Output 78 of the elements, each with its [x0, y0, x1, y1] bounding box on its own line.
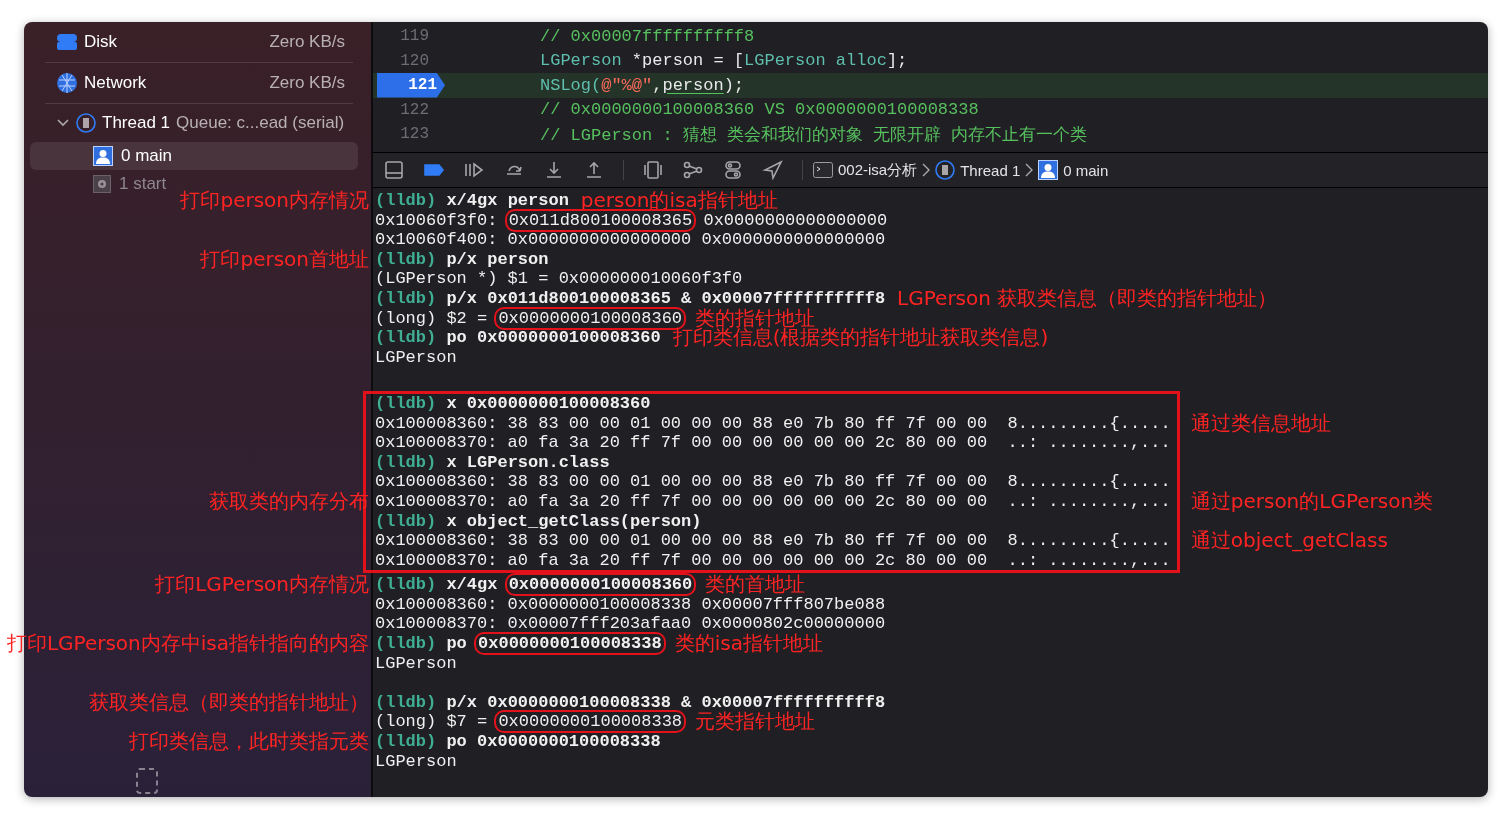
code-line: // 0x00007ffffffffff8	[539, 26, 755, 46]
code-line: // LGPerson : 猜想 类会和我们的对象 无限开辟 内存不止有一个类	[539, 124, 1088, 146]
gauge-label: Network	[84, 73, 148, 93]
line-number: 121	[377, 73, 445, 98]
gauge-value: Zero KB/s	[269, 32, 345, 52]
console-output: 0x10060f400: 0x0000000000000000 0x0000000000000000	[375, 230, 886, 250]
stack-frame[interactable]: 1 start	[30, 170, 175, 198]
breadcrumb-item[interactable]: 002-isa分析	[838, 160, 918, 180]
annotation: 打印person内存情况	[180, 187, 369, 213]
console-output: (LGPerson *) $1 = 0x000000010060f3f0	[375, 269, 743, 289]
chevron-icon	[922, 163, 931, 177]
thread-title: Thread 1	[102, 113, 171, 133]
line-number: 123	[399, 124, 430, 146]
console-output: 0x100008360: 38 83 00 00 01 00 00 00 88 e0 7b 80 ff 7f 00 00 8.........{.....	[375, 472, 1171, 492]
line-number: 120	[399, 50, 430, 72]
view-hierarchy-icon[interactable]	[642, 160, 664, 180]
gauge-row[interactable]: Disk Zero KB/s	[45, 22, 353, 63]
console-command: (lldb) po 0x0000000100008360	[375, 328, 661, 348]
stack-frame[interactable]: 0 main	[30, 142, 358, 170]
thread-icon	[76, 113, 96, 133]
code-line: LGPerson *person = [LGPerson alloc];	[539, 51, 908, 71]
environment-icon[interactable]	[722, 160, 744, 180]
memory-graph-icon[interactable]	[682, 160, 704, 180]
globe-icon	[56, 72, 78, 94]
console-output: LGPerson	[375, 653, 457, 673]
console-command: (lldb) po 0x0000000100008338	[375, 732, 661, 752]
gauge-row[interactable]: Network Zero KB/s	[45, 63, 353, 104]
gauge-label: Disk	[84, 32, 119, 52]
dashed-frame-icon	[135, 767, 159, 795]
annotation: 打印类信息，此时类指元类	[129, 728, 369, 755]
console-command: (lldb) p/x person	[375, 249, 549, 269]
console-output: (long) $7 = 0x0000000100008338	[375, 712, 684, 732]
code-line: // 0x0000000100008360 VS 0x0000000100008338	[539, 100, 979, 120]
console-output: LGPerson	[375, 347, 457, 367]
annotation: 通过类信息地址	[1190, 409, 1331, 436]
console-output: 0x100008360: 38 83 00 00 01 00 00 00 88 e0 7b 80 ff 7f 00 00 8.........{.....	[375, 531, 1171, 551]
annotation: 通过object_getClass	[1190, 527, 1388, 554]
terminal-icon	[813, 161, 833, 179]
console-output: 0x10060f3f0: 0x011d800100008365 0x0000000000000000	[375, 210, 888, 230]
gauge-value: Zero KB/s	[269, 73, 345, 93]
panel-icon[interactable]	[383, 160, 405, 180]
console-command: (lldb) x object_getClass(person)	[375, 511, 702, 531]
annotation: person的isa指针地址	[580, 187, 778, 213]
annotation: 打印LGPerson内存情况	[155, 571, 369, 598]
person-icon	[1038, 160, 1059, 180]
annotation: 获取类信息（即类的指针地址）	[89, 688, 369, 715]
chevron-icon	[1025, 163, 1034, 177]
location-icon[interactable]	[762, 160, 784, 180]
console-command: (lldb) x 0x0000000100008360	[375, 393, 651, 413]
thread-row[interactable]: Thread 1 Queue: c...ead (serial)	[24, 104, 371, 142]
continue-icon[interactable]	[463, 160, 485, 180]
code-editor[interactable]: 119 // 0x00007ffffffffff8 120 LGPerson *person = [LGPerson alloc]; 121 NSLog(@"%@",person); 122 // 0x0000000100008360 VS 0x0000000100008338 123 // LGPerson : 猜想 类会和我们的对象 无限开辟 内存不止有一个类	[373, 22, 1488, 152]
console-output: 0x100008370: a0 fa 3a 20 ff 7f 00 00 00 00 00 00 2c 80 00 00 ..: ........,...	[375, 550, 1171, 570]
breadcrumb-item[interactable]: Thread 1	[960, 161, 1021, 179]
line-number: 122	[399, 99, 430, 121]
annotation: 通过person的LGPerson类	[1190, 487, 1434, 514]
annotation: 类的首地址	[705, 571, 806, 597]
console-output: (long) $2 = 0x0000000100008360	[375, 308, 684, 328]
console-output: 0x100008360: 0x0000000100008338 0x00007fff807be088	[375, 594, 886, 614]
line-number: 119	[399, 26, 430, 48]
console-output: LGPerson	[375, 751, 457, 771]
annotation: 打印person首地址	[200, 245, 369, 272]
thread-icon	[935, 160, 956, 180]
console-output: 0x100008360: 38 83 00 00 01 00 00 00 88 e0 7b 80 ff 7f 00 00 8.........{.....	[375, 413, 1171, 433]
disk-icon	[56, 33, 78, 51]
console-command: (lldb) po 0x0000000100008338	[375, 634, 663, 654]
console-command: (lldb) x LGPerson.class	[375, 452, 610, 472]
breadcrumb-item[interactable]: 0 main	[1063, 161, 1109, 179]
console-output: 0x100008370: a0 fa 3a 20 ff 7f 00 00 00 00 00 00 2c 80 00 00 ..: ........,...	[375, 491, 1171, 511]
gear-icon	[93, 175, 111, 193]
person-icon	[93, 146, 113, 166]
queue-label: Queue: c...ead (serial)	[176, 113, 345, 133]
code-line: NSLog(@"%@",person);	[539, 75, 745, 95]
console-command: (lldb) x/4gx 0x0000000100008360	[375, 575, 694, 595]
console-command: (lldb) p/x 0x011d800100008365 & 0x00007ffffffffff8	[375, 288, 886, 308]
console-output: 0x100008370: a0 fa 3a 20 ff 7f 00 00 00 00 00 00 2c 80 00 00 ..: ........,...	[375, 433, 1171, 453]
annotation: LGPerson 获取类信息（即类的指针地址）	[897, 284, 1278, 311]
console-command: (lldb) x/4gx person	[375, 191, 569, 210]
